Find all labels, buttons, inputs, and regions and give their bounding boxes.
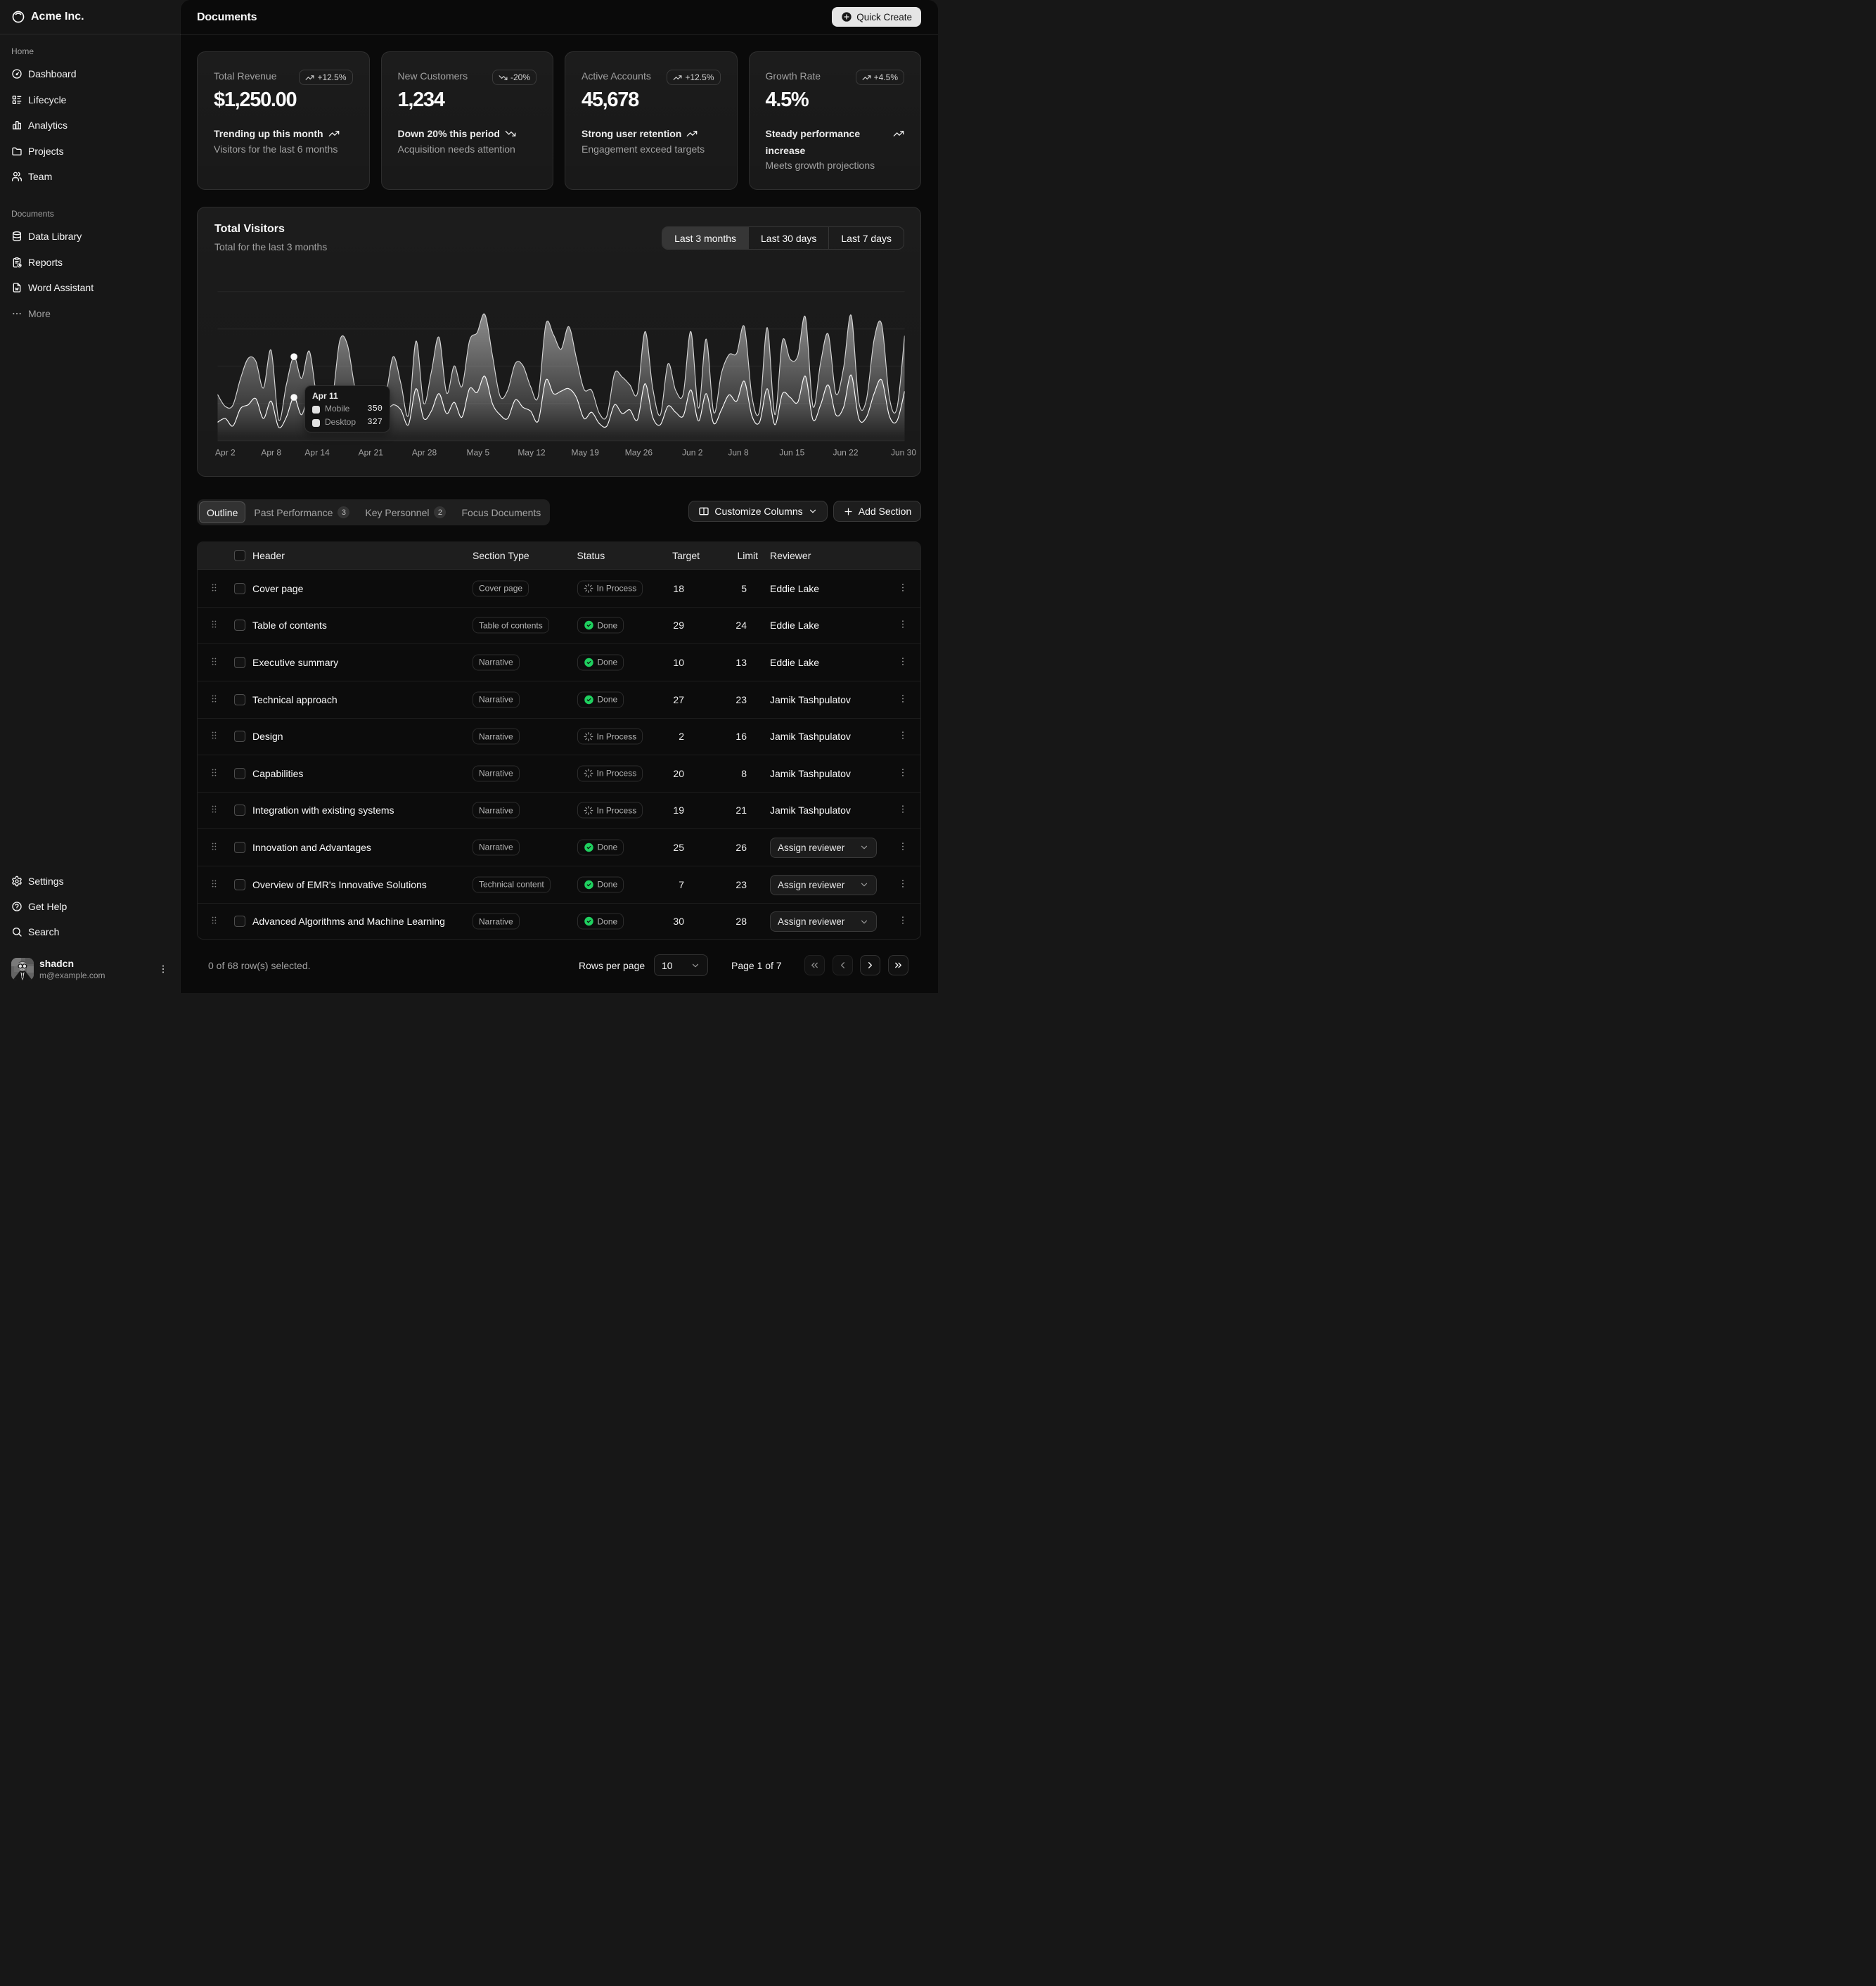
svg-text:Apr 28: Apr 28 bbox=[412, 448, 437, 458]
svg-text:May 5: May 5 bbox=[466, 448, 489, 458]
svg-text:Jun 15: Jun 15 bbox=[779, 448, 804, 458]
svg-text:Jun 30: Jun 30 bbox=[891, 448, 916, 458]
svg-text:Jun 2: Jun 2 bbox=[682, 448, 703, 458]
svg-text:Apr 14: Apr 14 bbox=[304, 448, 330, 458]
svg-text:May 19: May 19 bbox=[572, 448, 600, 458]
svg-text:May 26: May 26 bbox=[625, 448, 653, 458]
svg-text:Apr 21: Apr 21 bbox=[359, 448, 384, 458]
svg-text:Apr 8: Apr 8 bbox=[261, 448, 281, 458]
svg-text:May 12: May 12 bbox=[518, 448, 546, 458]
svg-text:Jun 22: Jun 22 bbox=[833, 448, 858, 458]
svg-text:Apr 2: Apr 2 bbox=[215, 448, 236, 458]
svg-text:Jun 8: Jun 8 bbox=[728, 448, 749, 458]
